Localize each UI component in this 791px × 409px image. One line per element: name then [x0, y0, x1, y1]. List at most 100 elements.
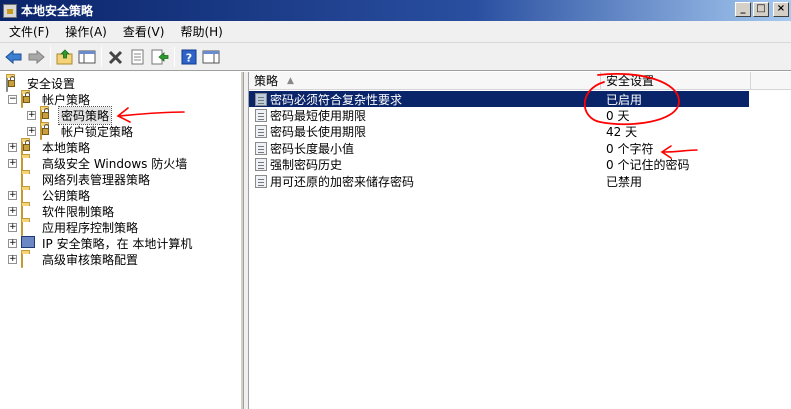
- table-row[interactable]: 用可还原的加密来储存密码 已禁用: [249, 173, 749, 189]
- show-hide-tree-button[interactable]: [76, 46, 98, 68]
- tree-item-account-policies[interactable]: − 帐户策略: [8, 91, 92, 108]
- policy-setting: 0 个记住的密码: [606, 157, 690, 172]
- policy-name: 密码必须符合复杂性要求: [270, 92, 403, 107]
- tree-item-public-key-policies[interactable]: + 公钥策略: [8, 187, 92, 204]
- sort-ascending-icon: ▲: [287, 76, 294, 86]
- column-header-policy[interactable]: 策略 ▲: [249, 72, 601, 89]
- delete-button[interactable]: [105, 46, 127, 68]
- toolbar-separator: [174, 46, 175, 67]
- navigation-tree-pane[interactable]: 安全设置 − 帐户策略 + 密码策略 + 帐户锁定策略 + 本地策略 + 高级安…: [0, 72, 243, 409]
- table-row[interactable]: 密码最长使用期限 42 天: [249, 123, 749, 139]
- tree-item-ip-security[interactable]: + IP 安全策略，在 本地计算机: [8, 235, 194, 251]
- show-hide-action-pane-button[interactable]: [200, 46, 222, 68]
- policy-name: 密码长度最小值: [270, 141, 355, 156]
- policy-setting: 已启用: [606, 92, 643, 107]
- help-button[interactable]: ?: [178, 46, 200, 68]
- tree-item-label: 帐户策略: [42, 92, 91, 107]
- export-list-button[interactable]: [149, 46, 171, 68]
- folder-lock-icon: [21, 140, 37, 156]
- maximize-button[interactable]: □: [753, 2, 769, 17]
- tree-item-network-list-manager[interactable]: 网络列表管理器策略: [21, 171, 152, 188]
- delete-icon: [108, 50, 123, 64]
- column-header-label: 策略: [254, 74, 279, 88]
- window-controls: _ □ ×: [735, 2, 789, 17]
- export-list-icon: [151, 49, 169, 64]
- tree-item-label: 网络列表管理器策略: [42, 172, 151, 187]
- folder-icon: [21, 204, 37, 220]
- policy-setting: 0 个字符: [606, 141, 654, 156]
- computer-icon: [21, 236, 37, 250]
- folder-icon: [21, 220, 37, 236]
- forward-button[interactable]: [25, 46, 47, 68]
- close-button[interactable]: ×: [773, 2, 789, 17]
- properties-button[interactable]: [127, 46, 149, 68]
- folder-icon: [21, 252, 37, 268]
- menu-bar: 文件(F) 操作(A) 查看(V) 帮助(H): [0, 21, 791, 43]
- policy-icon: [255, 124, 267, 138]
- folder-lock-icon: [40, 108, 56, 124]
- collapse-toggle[interactable]: −: [8, 94, 17, 104]
- tree-root-security-settings[interactable]: 安全设置: [6, 75, 77, 92]
- title-bar: 本地安全策略 _ □ ×: [0, 0, 791, 21]
- tree-item-password-policy[interactable]: + 密码策略: [27, 105, 113, 125]
- policy-icon: [255, 92, 267, 106]
- expand-toggle[interactable]: +: [8, 238, 17, 248]
- up-one-level-button[interactable]: [54, 46, 76, 68]
- tree-item-label: 应用程序控制策略: [42, 220, 139, 235]
- tree-item-software-restriction[interactable]: + 软件限制策略: [8, 203, 116, 220]
- help-icon: ?: [181, 49, 197, 64]
- policy-list-pane[interactable]: 策略 ▲ 安全设置 密码必须符合复杂性要求 已启用 密码最短使用期限 0 天 密…: [249, 72, 791, 409]
- back-button[interactable]: [3, 46, 25, 68]
- tree-item-label: 本地策略: [42, 140, 91, 155]
- security-policy-app-icon: [3, 3, 17, 18]
- list-header: 策略 ▲ 安全设置: [249, 72, 791, 90]
- expand-toggle[interactable]: +: [8, 254, 17, 264]
- toolbar-separator: [101, 46, 102, 67]
- menu-action[interactable]: 操作(A): [57, 22, 115, 42]
- expand-toggle[interactable]: +: [8, 142, 17, 152]
- toolbar-separator: [50, 46, 51, 67]
- table-row[interactable]: 密码必须符合复杂性要求 已启用: [249, 91, 749, 107]
- menu-view[interactable]: 查看(V): [115, 22, 173, 42]
- policy-setting: 已禁用: [606, 174, 643, 189]
- tree-item-label: 帐户锁定策略: [61, 124, 134, 139]
- tree-item-label: 高级安全 Windows 防火墙: [42, 156, 188, 171]
- policy-name: 密码最长使用期限: [270, 124, 367, 139]
- policy-icon: [255, 141, 267, 155]
- tree-item-label: 密码策略: [57, 105, 113, 125]
- toolbar: ?: [0, 43, 791, 71]
- tree-item-local-policies[interactable]: + 本地策略: [8, 139, 92, 156]
- tree-item-label: IP 安全策略，在 本地计算机: [42, 236, 193, 251]
- up-folder-icon: [56, 48, 73, 64]
- minimize-button[interactable]: _: [735, 2, 751, 17]
- expand-toggle[interactable]: +: [8, 158, 17, 168]
- policy-icon: [255, 108, 267, 122]
- show-hide-tree-icon: [78, 50, 96, 63]
- tree-item-account-lockout-policy[interactable]: + 帐户锁定策略: [27, 123, 135, 140]
- policy-name: 强制密码历史: [270, 157, 343, 172]
- table-row[interactable]: 密码最短使用期限 0 天: [249, 107, 749, 123]
- expand-toggle[interactable]: +: [27, 126, 36, 136]
- policy-icon: [255, 157, 267, 171]
- table-row[interactable]: 密码长度最小值 0 个字符: [249, 140, 749, 156]
- expand-toggle[interactable]: +: [27, 110, 36, 120]
- policy-icon: [255, 174, 267, 188]
- window-title: 本地安全策略: [21, 4, 94, 18]
- folder-icon: [21, 172, 37, 188]
- menu-help[interactable]: 帮助(H): [172, 22, 230, 42]
- expand-toggle[interactable]: +: [8, 190, 17, 200]
- tree-item-application-control[interactable]: + 应用程序控制策略: [8, 219, 140, 236]
- folder-icon: [21, 188, 37, 204]
- folder-lock-icon: [40, 124, 56, 140]
- expand-toggle[interactable]: +: [8, 222, 17, 232]
- policy-setting: 0 天: [606, 108, 630, 123]
- tree-item-label: 公钥策略: [42, 188, 91, 203]
- tree-item-windows-firewall[interactable]: + 高级安全 Windows 防火墙: [8, 155, 189, 172]
- expand-toggle[interactable]: +: [8, 206, 17, 216]
- table-row[interactable]: 强制密码历史 0 个记住的密码: [249, 156, 749, 172]
- back-arrow-icon: [5, 49, 22, 64]
- tree-item-label: 高级审核策略配置: [42, 252, 139, 267]
- column-header-security-setting[interactable]: 安全设置: [601, 72, 751, 89]
- tree-item-advanced-audit[interactable]: + 高级审核策略配置: [8, 251, 140, 268]
- menu-file[interactable]: 文件(F): [0, 22, 57, 42]
